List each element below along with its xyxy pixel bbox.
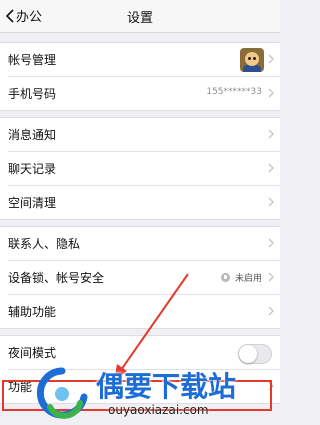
annotation-arrow xyxy=(114,273,189,381)
watermark-url: ouyaoxiazai.com xyxy=(108,403,209,417)
watermark: 偶要下载站 ouyaoxiazai.com xyxy=(36,363,280,425)
watermark-name: 偶要下载站 xyxy=(96,370,237,403)
watermark-logo-icon xyxy=(36,367,88,419)
